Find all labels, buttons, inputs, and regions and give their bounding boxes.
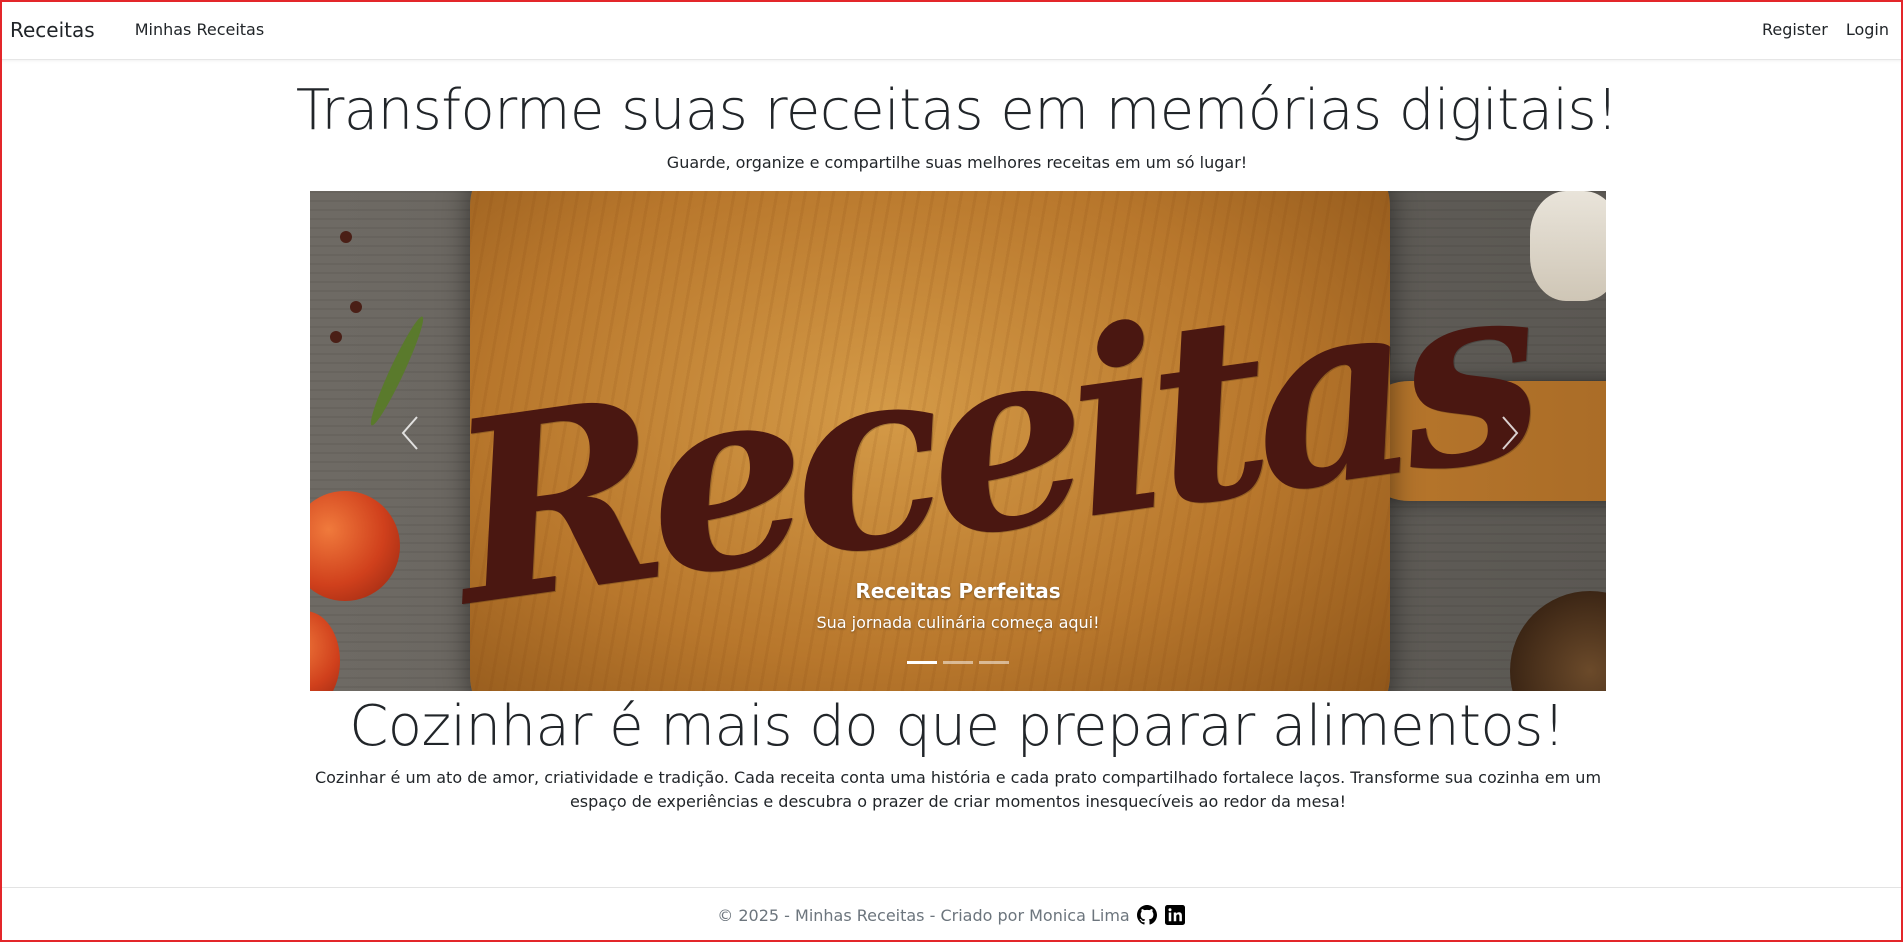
nav-link-minhas-receitas[interactable]: Minhas Receitas — [135, 20, 265, 39]
peppercorn-decoration — [340, 231, 352, 243]
carousel-prev-button[interactable] — [380, 406, 440, 466]
footer: © 2025 - Minhas Receitas - Criado por Mo… — [0, 887, 1903, 942]
register-link[interactable]: Register — [1762, 20, 1828, 39]
chevron-right-icon — [1499, 411, 1521, 462]
carousel-next-button[interactable] — [1480, 406, 1540, 466]
footer-text: © 2025 - Minhas Receitas - Criado por Mo… — [717, 905, 1130, 925]
hero-title: Transforme suas receitas em memórias dig… — [295, 78, 1619, 143]
carousel-indicators — [310, 661, 1606, 664]
mushroom-decoration — [1530, 191, 1606, 301]
linkedin-icon[interactable] — [1164, 904, 1186, 926]
brand-link[interactable]: Receitas — [10, 18, 95, 42]
peppercorn-decoration — [350, 301, 362, 313]
nav-right: Register Login — [1762, 20, 1893, 39]
carousel-indicator-3[interactable] — [979, 661, 1009, 664]
github-icon[interactable] — [1136, 904, 1158, 926]
chevron-left-icon — [399, 411, 421, 462]
peppercorn-decoration — [330, 331, 342, 343]
carousel-caption: Receitas Perfeitas Sua jornada culinária… — [310, 579, 1606, 632]
section-text: Cozinhar é um ato de amor, criatividade … — [314, 768, 1602, 811]
carousel-caption-text: Sua jornada culinária começa aqui! — [816, 613, 1100, 632]
hero-subtitle: Guarde, organize e compartilhe suas melh… — [666, 153, 1248, 172]
carousel-indicator-1[interactable] — [907, 661, 937, 664]
login-link[interactable]: Login — [1846, 20, 1889, 39]
recipe-carousel: Receitas Receitas Perfeitas Sua jornada … — [310, 191, 1606, 691]
carousel-indicator-2[interactable] — [943, 661, 973, 664]
carousel-caption-title: Receitas Perfeitas — [855, 579, 1061, 603]
section-title: Cozinhar é mais do que preparar alimento… — [349, 694, 1565, 759]
navbar: Receitas Minhas Receitas Register Login — [0, 0, 1903, 60]
